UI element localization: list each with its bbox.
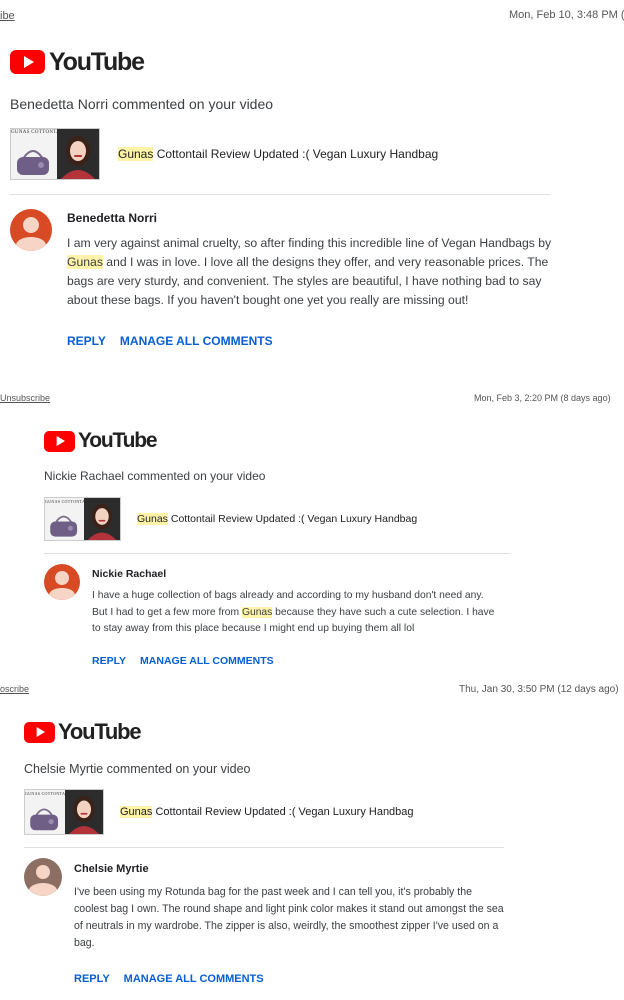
email-headline: Chelsie Myrtie commented on your video [24,762,251,776]
handbag-icon [17,150,49,175]
thumbnail-bag-panel: GUNAS COTTONTAIL [45,498,89,540]
unsubscribe-link[interactable]: Unsubscribe [0,393,50,403]
comment-text-part1: I am very against animal cruelty, so aft… [67,236,552,250]
avatar-body [29,883,57,896]
youtube-logo[interactable]: YouTube [24,718,564,746]
reply-button[interactable]: REPLY [74,973,110,985]
email-3-topline-left: oscribe [0,684,29,694]
email-2-date: Mon, Feb 3, 2:20 PM (8 days ago) [474,393,611,403]
comment-highlight: Gunas [241,606,273,618]
video-title-highlight: Gunas [137,513,168,525]
comment-author: Benedetta Norri [67,211,158,225]
youtube-logo[interactable]: YouTube [44,428,544,454]
video-title[interactable]: Gunas Cottontail Review Updated :( Vegan… [137,513,417,525]
avatar-head [23,217,39,233]
comment-content: Benedetta Norri I am very against animal… [67,209,552,348]
thumbnail-person-panel [65,790,103,834]
avatar-body [16,237,46,251]
comment-text-part1: I've been using my Rotunda bag for the p… [74,886,504,949]
comment-author: Chelsie Myrtie [74,863,149,875]
video-thumbnail[interactable]: GUNAS COTTONTAIL [24,789,104,835]
divider [24,847,504,848]
youtube-wordmark: YouTube [49,47,145,76]
email-2-topline-left: Unsubscribe [0,393,50,403]
youtube-play-icon [10,50,45,74]
comment-block: Nickie Rachael I have a huge collection … [44,564,544,667]
avatar [24,858,62,896]
comment-block: Chelsie Myrtie I've been using my Rotund… [24,858,564,985]
youtube-logo[interactable]: YouTube [10,46,570,78]
divider [10,194,550,195]
video-thumbnail[interactable]: GUNAS COTTONTAIL [44,497,121,541]
comment-text: I am very against animal cruelty, so aft… [67,234,552,310]
comment-highlight: Gunas [67,255,103,269]
comment-text: I've been using my Rotunda bag for the p… [74,884,506,952]
comment-content: Nickie Rachael I have a huge collection … [92,564,500,667]
comment-text: I have a huge collection of bags already… [92,588,500,638]
youtube-play-icon [44,430,75,452]
thumbnail-bag-panel: GUNAS COTTONTAIL [11,129,65,179]
comment-block: Benedetta Norri I am very against animal… [10,209,570,348]
handbag-icon [30,808,59,831]
manage-comments-button[interactable]: MANAGE ALL COMMENTS [120,334,273,348]
email-headline: Benedetta Norri commented on your video [10,96,274,112]
comment-content: Chelsie Myrtie I've been using my Rotund… [74,858,506,985]
video-row[interactable]: GUNAS COTTONTAIL Gunas Cottontail Review… [44,497,544,541]
reply-button[interactable]: REPLY [67,334,106,348]
video-row[interactable]: GUNAS COTTONTAIL Gunas Cottontail Review… [10,128,570,180]
video-title-text: Cottontail Review Updated :( Vegan Luxur… [167,513,418,525]
comment-text-part2: and I was in love. I love all the design… [67,255,549,307]
thumbnail-person-panel [84,498,120,540]
handbag-icon [50,515,78,537]
comment-author: Nickie Rachael [92,568,167,580]
video-title-highlight: Gunas [120,806,153,818]
email-3-date: Thu, Jan 30, 3:50 PM (12 days ago) [459,684,619,695]
video-thumbnail[interactable]: GUNAS COTTONTAIL [10,128,100,180]
person-portrait-icon [61,136,95,179]
video-title[interactable]: Gunas Cottontail Review Updated :( Vegan… [118,147,438,161]
video-row[interactable]: GUNAS COTTONTAIL Gunas Cottontail Review… [24,789,564,835]
video-title[interactable]: Gunas Cottontail Review Updated :( Vegan… [120,806,414,818]
reply-button[interactable]: REPLY [92,655,126,667]
youtube-play-icon [24,721,55,743]
avatar [10,209,52,251]
manage-comments-button[interactable]: MANAGE ALL COMMENTS [124,973,264,985]
avatar [44,564,80,600]
manage-comments-button[interactable]: MANAGE ALL COMMENTS [140,655,274,667]
email-3-card: YouTube Chelsie Myrtie commented on your… [24,718,564,985]
thumbnail-bag-panel: GUNAS COTTONTAIL [25,790,69,834]
person-portrait-icon [87,503,117,540]
thumbnail-person-panel [57,129,99,179]
email-1-date: Mon, Feb 10, 3:48 PM ( [509,9,624,21]
person-portrait-icon [69,796,99,834]
divider [44,553,510,554]
unsubscribe-link[interactable]: oscribe [0,684,29,694]
avatar-head [55,571,69,585]
unsubscribe-link[interactable]: ibe [0,10,15,22]
youtube-wordmark: YouTube [58,719,142,744]
youtube-wordmark: YouTube [78,429,158,452]
email-1-topline-left: ibe [0,10,15,22]
video-title-text: Cottontail Review Updated :( Vegan Luxur… [153,147,439,161]
avatar-body [49,588,75,600]
video-title-highlight: Gunas [118,147,154,161]
video-title-text: Cottontail Review Updated :( Vegan Luxur… [152,806,414,818]
comment-actions: REPLY MANAGE ALL COMMENTS [74,973,506,985]
avatar-head [36,865,50,879]
email-1-card: YouTube Benedetta Norri commented on you… [10,46,570,348]
comment-actions: REPLY MANAGE ALL COMMENTS [92,655,500,667]
comment-actions: REPLY MANAGE ALL COMMENTS [67,334,552,348]
email-2-card: YouTube Nickie Rachael commented on your… [44,428,544,667]
email-headline: Nickie Rachael commented on your video [44,469,266,483]
